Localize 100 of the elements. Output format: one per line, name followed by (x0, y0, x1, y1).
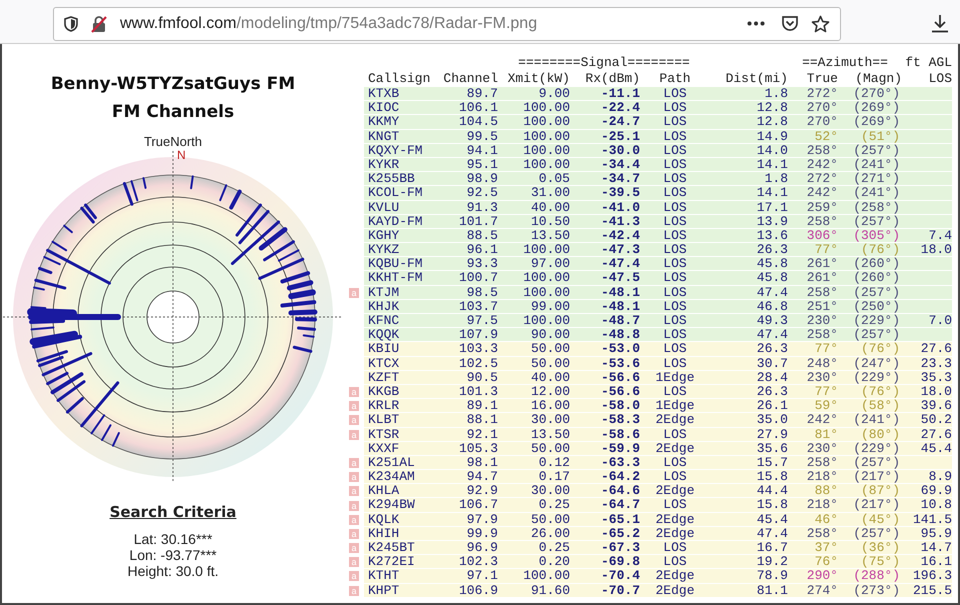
table-cell-text: KTCX (368, 356, 400, 371)
table-cell-text: KKMY (368, 115, 400, 130)
table-cell-text: 0.17 (538, 470, 570, 484)
table-cell-text: (270°) (852, 87, 901, 101)
table-cell-text: KRLR (368, 399, 400, 414)
table-cell-text: K234AM (368, 470, 416, 484)
table-cell-text: 7.4 (928, 228, 952, 243)
table-cell-text: 14.9 (756, 130, 788, 144)
note-mark: a (349, 500, 358, 511)
table-cell-text: -64.7 (600, 498, 640, 512)
table-cell-text: 16.00 (530, 399, 570, 414)
table-cell-text: 14.7 (920, 541, 952, 555)
insecure-lock-icon[interactable] (90, 14, 108, 32)
section-heading: Search Criteria (110, 503, 236, 521)
table-cell-text: KHPT (368, 584, 400, 598)
table-cell-text: 94.1 (466, 144, 498, 158)
shield-icon[interactable] (64, 16, 78, 32)
table-cell-text: (257°) (852, 526, 901, 541)
table-cell-text: 88° (814, 484, 838, 498)
table-cell-text: 17.1 (756, 200, 788, 214)
table-cell-text: 13.50 (530, 228, 570, 243)
table-cell-text: 274° (806, 584, 838, 598)
table-cell-text: LOS (662, 87, 688, 101)
table-cell-text: -53.0 (600, 342, 640, 356)
table-cell-text: KQBU-FM (368, 257, 424, 272)
table-cell-text: 102.5 (458, 356, 498, 371)
table-cell-text: 0.25 (538, 498, 570, 512)
table-cell-text: 90.5 (466, 370, 498, 385)
table-cell-text: 50.00 (530, 442, 570, 456)
table-cell-text: LOS (662, 200, 688, 214)
more-icon[interactable] (747, 21, 765, 26)
table-cell-text: 215.5 (912, 584, 952, 598)
table-cell-text: 14.1 (756, 158, 788, 172)
table-cell-text: (269°) (852, 115, 901, 130)
table-cell-text: 14.1 (756, 186, 788, 200)
table-cell-text: -69.8 (600, 555, 640, 570)
note-mark: a (349, 415, 358, 426)
table-cell-text: (247°) (852, 356, 901, 371)
table-cell-text: (76°) (860, 243, 901, 258)
table-cell-text: 290° (806, 569, 838, 584)
note-mark: a (349, 528, 358, 539)
table-cell-text: LOS (662, 130, 688, 144)
table-cell-text: KYKR (368, 158, 400, 172)
table-cell-text: LOS (662, 342, 688, 356)
table-cell-text: 258° (806, 526, 838, 541)
pocket-icon[interactable] (781, 15, 799, 32)
table-cell-text: -67.3 (600, 541, 640, 555)
table-cell-text: -30.0 (600, 144, 640, 158)
column-header: Callsign (368, 71, 432, 87)
table-cell-text: -47.5 (600, 271, 640, 286)
table-cell-text: LOS (662, 428, 688, 442)
table-cell-text: 8.9 (928, 470, 952, 484)
table-cell-text: 98.9 (466, 172, 498, 186)
table-cell-text: (250°) (852, 300, 901, 314)
table-cell-text: K251AL (368, 456, 416, 470)
table-cell-text: -48.7 (600, 314, 640, 328)
table-cell-text: KIOC (368, 101, 400, 116)
criteria-line: Lon: -93.77*** (129, 547, 217, 563)
table-cell-text: 270° (806, 115, 838, 130)
table-cell-text: -70.4 (600, 569, 640, 584)
table-cell-text: LOS (663, 384, 687, 399)
table-cell-text: 94.7 (466, 470, 498, 484)
north-label: TrueNorth (144, 134, 202, 149)
table-cell-text: 100.00 (522, 271, 570, 286)
table-cell-text: 100.00 (522, 314, 570, 328)
table-cell-text: 13.6 (756, 228, 788, 243)
table-cell-text: 50.00 (530, 342, 570, 356)
table-cell-text: 104.5 (458, 115, 498, 130)
table-cell-text: 46.8 (756, 300, 788, 314)
table-cell-text: 95.1 (466, 158, 498, 172)
table-cell-text: 7.0 (928, 314, 952, 328)
table-cell-text: 100.7 (458, 271, 498, 286)
table-cell-text: 0.05 (538, 172, 570, 186)
download-icon[interactable] (931, 14, 949, 33)
table-cell-text: (45°) (860, 512, 901, 527)
table-cell-text: KQLK (368, 512, 400, 527)
table-cell-text: (273°) (852, 584, 901, 598)
table-cell-text: 35.0 (756, 413, 788, 428)
table-cell-text: 96.1 (466, 243, 498, 258)
table-cell-text: LOS (662, 144, 688, 158)
table-cell-text: 96.9 (466, 541, 498, 555)
star-icon[interactable] (811, 14, 830, 32)
table-cell-text: 97.9 (466, 512, 498, 527)
table-cell-text: 98.1 (466, 456, 498, 470)
table-cell-text: 272° (806, 87, 838, 101)
table-cell-text: KHLA (368, 484, 400, 498)
address-bar[interactable]: www.fmfool.com/modeling/tmp/754a3adc78/Radar-FM.png (53, 6, 841, 40)
table-cell-text: 77° (814, 342, 838, 356)
note-mark: a (349, 288, 358, 298)
table-cell-text: LOS (662, 172, 688, 186)
table-cell-text: (258°) (852, 200, 901, 214)
table-cell-text: KYKZ (368, 243, 400, 258)
table-cell-text: 106.7 (458, 498, 498, 512)
table-cell-text: 46° (814, 512, 838, 527)
table-cell-text: -56.6 (600, 384, 640, 399)
table-cell-text: 10.8 (920, 498, 952, 512)
table-cell-text: 97.5 (466, 314, 498, 328)
note-mark: a (349, 387, 358, 398)
table-cell-text: 230° (806, 370, 838, 385)
north-letter: N (177, 149, 186, 161)
